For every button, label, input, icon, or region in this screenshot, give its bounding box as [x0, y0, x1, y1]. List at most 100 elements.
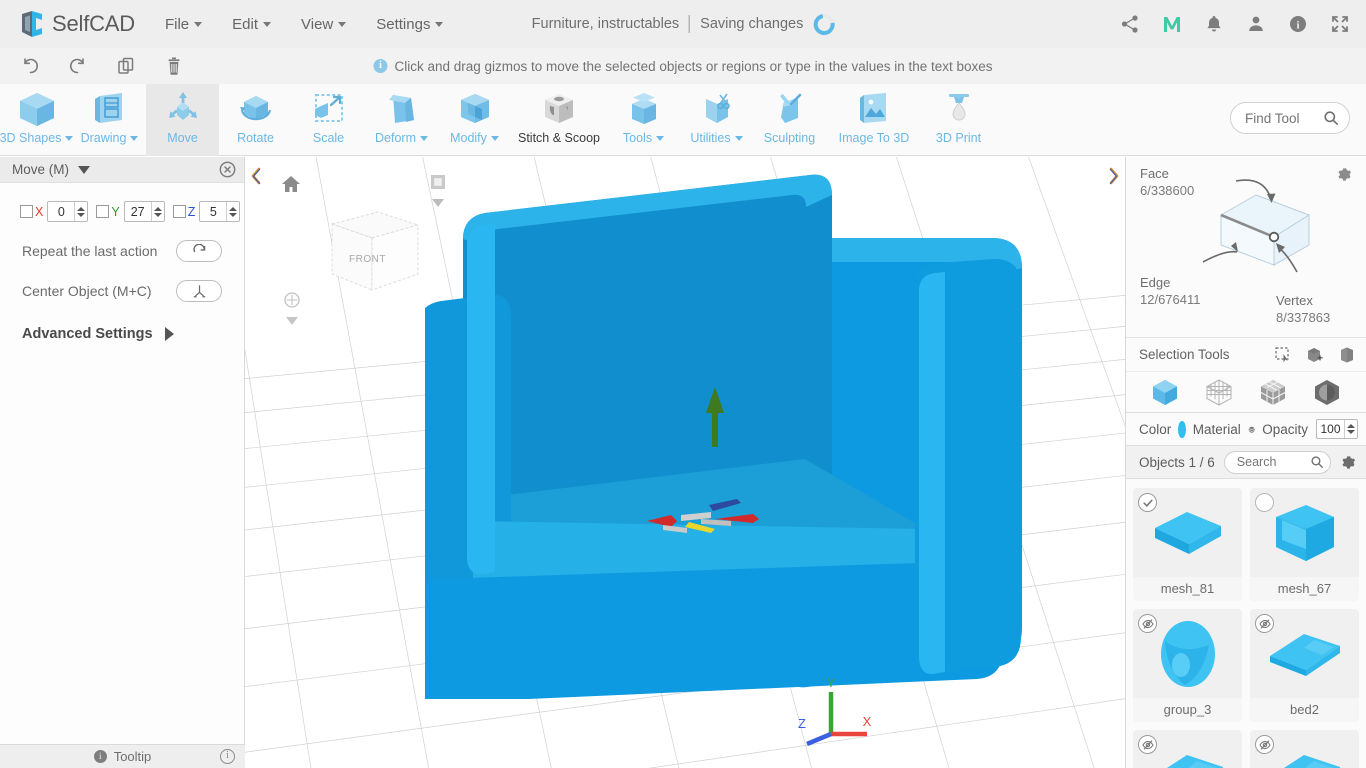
- ribbon-tool-rotate[interactable]: Rotate: [219, 84, 292, 156]
- undo-icon[interactable]: [20, 56, 40, 76]
- stepper-up-icon[interactable]: [153, 206, 162, 211]
- close-circle-icon[interactable]: [219, 161, 236, 178]
- brand-logo[interactable]: SelfCAD: [18, 10, 135, 38]
- check-icon[interactable]: [1138, 493, 1157, 512]
- axis-y-spinner[interactable]: [123, 201, 165, 222]
- region-select-mode-icon[interactable]: [1312, 377, 1342, 407]
- axis-x-stepper[interactable]: [74, 202, 87, 221]
- object-card-5[interactable]: [1133, 730, 1242, 768]
- object-card-bed2[interactable]: bed2: [1250, 609, 1359, 722]
- user-account-icon[interactable]: [1246, 14, 1266, 34]
- axis-z-input[interactable]: [200, 204, 227, 219]
- axis-y-stepper[interactable]: [150, 202, 164, 221]
- color-swatch[interactable]: [1178, 420, 1186, 438]
- chevron-down-icon[interactable]: [78, 165, 90, 174]
- fullscreen-icon[interactable]: [1330, 14, 1350, 34]
- object-card-group-3[interactable]: group_3: [1133, 609, 1242, 722]
- rectangle-select-icon[interactable]: [1274, 346, 1292, 364]
- objects-search-input[interactable]: [1236, 455, 1310, 469]
- object-select-mode-icon[interactable]: [1150, 377, 1180, 407]
- object-card-6[interactable]: [1250, 730, 1359, 768]
- collapse-left-panel-button[interactable]: [248, 165, 264, 187]
- ribbon-tool-utilities[interactable]: Utilities: [680, 84, 753, 156]
- stepper-down-icon[interactable]: [77, 212, 86, 217]
- ribbon-tool-modify[interactable]: Modify: [438, 84, 511, 156]
- axis-z-stepper[interactable]: [226, 202, 239, 221]
- search-icon[interactable]: [1323, 110, 1339, 126]
- settings-gear-icon[interactable]: [1336, 166, 1353, 183]
- help-circle-icon[interactable]: i: [220, 749, 235, 764]
- chair-model[interactable]: [425, 169, 1045, 699]
- axis-y-input[interactable]: [124, 204, 151, 219]
- 3d-viewport[interactable]: FRONT Y X Z: [245, 157, 1125, 768]
- invert-selection-icon[interactable]: [1338, 346, 1356, 364]
- eye-slash-icon[interactable]: [1138, 614, 1157, 633]
- objects-search[interactable]: [1223, 450, 1331, 474]
- stepper-up-icon[interactable]: [77, 206, 86, 211]
- menu-file[interactable]: File: [165, 16, 203, 33]
- axis-x-input[interactable]: [48, 204, 75, 219]
- ribbon-tool-move[interactable]: Move: [146, 84, 219, 156]
- menu-edit[interactable]: Edit: [232, 16, 271, 33]
- viewport-left-gizmo[interactable]: [281, 292, 303, 330]
- stepper-down-icon[interactable]: [229, 212, 238, 217]
- collapse-right-panel-button[interactable]: [1106, 165, 1122, 187]
- axis-z-checkbox[interactable]: [172, 205, 186, 218]
- ribbon-tool-3d-shapes[interactable]: 3D Shapes: [0, 84, 74, 156]
- axis-indicator-gizmo: Y X Z: [798, 675, 872, 746]
- vertex-select-mode-icon[interactable]: [1204, 377, 1234, 407]
- find-tool-input[interactable]: [1245, 110, 1323, 126]
- axis-z-spinner[interactable]: [199, 201, 241, 222]
- duplicate-icon[interactable]: [116, 56, 136, 76]
- eye-slash-icon[interactable]: [1255, 614, 1274, 633]
- menu-settings[interactable]: Settings: [376, 15, 444, 33]
- add-selection-icon[interactable]: [1306, 346, 1324, 364]
- viewport-top-gizmo[interactable]: [427, 174, 449, 212]
- ribbon-tool-sculpting[interactable]: Sculpting: [753, 84, 826, 156]
- opacity-stepper[interactable]: [1344, 420, 1357, 438]
- find-tool-search[interactable]: [1230, 102, 1350, 134]
- axis-x-checkbox[interactable]: [20, 205, 33, 218]
- eye-slash-icon[interactable]: [1255, 735, 1274, 754]
- ribbon-tool-drawing[interactable]: Drawing: [73, 84, 146, 156]
- action-bar: i Click and drag gizmos to move the sele…: [0, 48, 1366, 84]
- circle-icon[interactable]: [1255, 493, 1274, 512]
- selection-tools-row: Selection Tools: [1126, 337, 1366, 371]
- redo-icon[interactable]: [68, 56, 88, 76]
- ribbon-tool-image-to-3d[interactable]: Image To 3D: [826, 84, 922, 156]
- face-select-mode-icon[interactable]: [1258, 377, 1288, 407]
- ribbon-tool-deform[interactable]: Deform: [365, 84, 438, 156]
- share-icon[interactable]: [1120, 14, 1140, 34]
- menu-view[interactable]: View: [301, 16, 347, 33]
- center-object-button[interactable]: [176, 280, 222, 302]
- opacity-input[interactable]: [1317, 422, 1344, 436]
- advanced-settings-row[interactable]: Advanced Settings: [0, 326, 244, 342]
- ribbon-tool-stitch-and-scoop[interactable]: Stitch & Scoop: [511, 84, 607, 156]
- eye-slash-icon[interactable]: [1138, 735, 1157, 754]
- opacity-spinner[interactable]: [1316, 419, 1358, 439]
- ribbon-tool-scale[interactable]: Scale: [292, 84, 365, 156]
- stepper-up-icon[interactable]: [229, 206, 238, 211]
- home-view-icon[interactable]: [281, 174, 301, 194]
- search-icon[interactable]: [1310, 455, 1324, 469]
- ribbon-tool-tools[interactable]: Tools: [607, 84, 680, 156]
- objects-settings-gear-icon[interactable]: [1340, 454, 1357, 471]
- menu-settings-label: Settings: [376, 15, 431, 33]
- stepper-down-icon[interactable]: [153, 212, 162, 217]
- center-object-icon: [193, 284, 205, 297]
- repeat-last-action-button[interactable]: [176, 240, 222, 262]
- delete-icon[interactable]: [164, 56, 184, 76]
- object-card-mesh-81[interactable]: mesh_81: [1133, 488, 1242, 601]
- notifications-bell-icon[interactable]: [1204, 14, 1224, 34]
- object-card-mesh-67[interactable]: mesh_67: [1250, 488, 1359, 601]
- stepper-down-icon[interactable]: [1347, 430, 1355, 434]
- stepper-up-icon[interactable]: [1347, 424, 1355, 428]
- ribbon-tool-3d-print[interactable]: 3D Print: [922, 84, 995, 156]
- view-cube[interactable]: FRONT: [320, 202, 425, 302]
- material-sphere-icon[interactable]: [1248, 421, 1255, 438]
- info-icon[interactable]: i: [1288, 14, 1308, 34]
- brand-m-icon[interactable]: [1162, 14, 1182, 34]
- axis-x-spinner[interactable]: [47, 201, 89, 222]
- axis-y-checkbox[interactable]: [96, 205, 110, 218]
- repeat-last-action-row: Repeat the last action: [0, 240, 244, 262]
